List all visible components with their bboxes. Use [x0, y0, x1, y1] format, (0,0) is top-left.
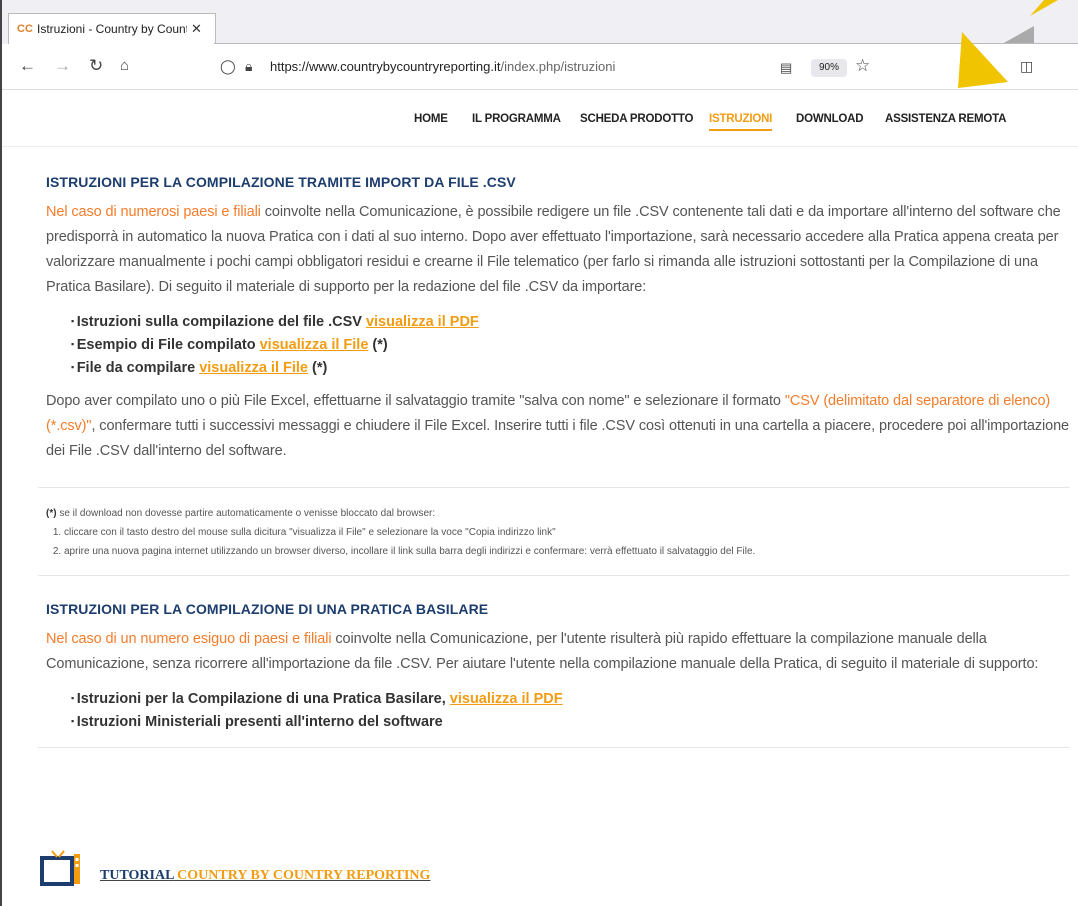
list-item: Istruzioni sulla compilazione del file .… — [71, 310, 1070, 333]
menu-il-programma[interactable]: IL PROGRAMMA — [472, 113, 561, 125]
navigation-bar: ← → ↻ ⌂ ◯ 🔒︎ https://www.countrybycountr… — [2, 32, 1078, 90]
main-content: ISTRUZIONI PER LA COMPILAZIONE TRAMITE I… — [38, 174, 1070, 748]
note-step: aprire una nuova pagina internet utilizz… — [64, 542, 1070, 561]
section-intro-basilare: Nel caso di un numero esiguo di paesi e … — [46, 631, 1039, 672]
basilare-resources-list: Istruzioni per la Compilazione di una Pr… — [46, 687, 1070, 733]
shield-icon[interactable]: ◯ — [220, 58, 236, 75]
list-item: Istruzioni per la Compilazione di una Pr… — [71, 687, 1070, 710]
file-link[interactable]: visualizza il File — [199, 360, 308, 376]
pdf-link[interactable]: visualizza il PDF — [366, 314, 479, 330]
pdf-link[interactable]: visualizza il PDF — [450, 691, 563, 707]
close-tab-icon[interactable]: ✕ — [191, 21, 202, 37]
section-intro-csv: Nel caso di numerosi paesi e filiali coi… — [46, 204, 1061, 295]
divider — [38, 487, 1070, 488]
csv-resources-list: Istruzioni sulla compilazione del file .… — [46, 310, 1070, 379]
note-step: cliccare con il tasto destro del mouse s… — [64, 523, 1070, 542]
sidebar-icon[interactable]: ◫ — [1020, 58, 1033, 75]
divider — [38, 747, 1070, 748]
back-arrow-icon[interactable]: ← — [19, 56, 36, 76]
bookmark-star-icon[interactable]: ☆ — [855, 56, 870, 76]
section-after-csv: Dopo aver compilato uno o più File Excel… — [46, 393, 1069, 459]
reload-icon[interactable]: ↻ — [89, 56, 103, 76]
tab-bar: CC Istruzioni - Country by Country ✕ — [2, 0, 1078, 44]
list-item: File da compilare visualizza il File (*) — [71, 356, 1070, 379]
divider — [38, 575, 1070, 576]
forward-arrow-icon[interactable]: → — [54, 56, 71, 76]
address-bar[interactable]: ◯ 🔒︎ https://www.countrybycountryreporti… — [214, 51, 870, 83]
site-header: HOME IL PROGRAMMA SCHEDA PRODOTTO ISTRUZ… — [0, 104, 1078, 144]
lock-icon[interactable]: 🔒︎ — [245, 58, 252, 75]
file-link[interactable]: visualizza il File — [260, 337, 369, 353]
menu-assistenza-remota[interactable]: ASSISTENZA REMOTA — [885, 113, 1006, 125]
home-icon[interactable]: ⌂ — [120, 56, 129, 76]
site-favicon-icon: CC — [17, 23, 33, 35]
menu-scheda-prodotto[interactable]: SCHEDA PRODOTTO — [580, 113, 693, 125]
list-item: Esempio di File compilato visualizza il … — [71, 333, 1070, 356]
reader-view-icon[interactable]: ▤ — [780, 60, 792, 76]
url-text[interactable]: https://www.countrybycountryreporting.it… — [270, 59, 615, 74]
menu-home[interactable]: HOME — [414, 113, 448, 125]
tutorial-link[interactable]: TUTORIAL COUNTRY BY COUNTRY REPORTING — [100, 868, 430, 884]
zoom-level[interactable]: 90% — [811, 59, 847, 77]
section-title-basilare: ISTRUZIONI PER LA COMPILAZIONE DI UNA PR… — [46, 601, 489, 617]
decorative-yellow-triangle-icon — [958, 32, 1008, 88]
browser-tab[interactable]: CC Istruzioni - Country by Country ✕ — [8, 13, 216, 44]
list-item: Istruzioni Ministeriali presenti all'int… — [71, 710, 1070, 733]
tab-title: Istruzioni - Country by Country — [37, 22, 187, 36]
section-title-csv: ISTRUZIONI PER LA COMPILAZIONE TRAMITE I… — [46, 174, 516, 190]
menu-download[interactable]: DOWNLOAD — [796, 113, 864, 125]
tv-icon — [40, 850, 80, 886]
download-note: (*) se il download non dovesse partire a… — [46, 504, 1070, 561]
menu-istruzioni[interactable]: ISTRUZIONI — [709, 113, 772, 131]
